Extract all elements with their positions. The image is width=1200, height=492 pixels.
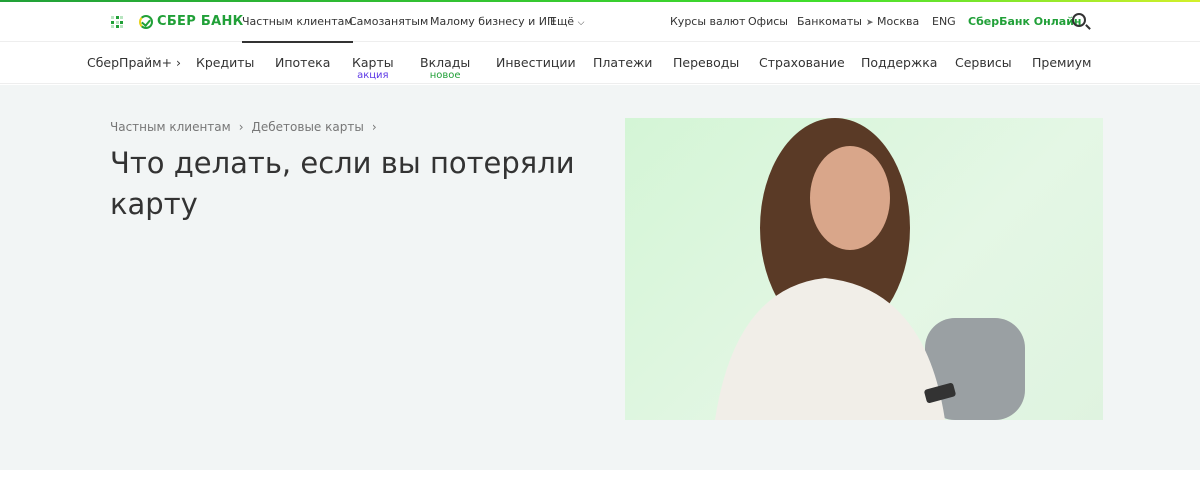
breadcrumb-private[interactable]: Частным клиентам [110, 120, 231, 134]
nav-transfers[interactable]: Переводы [673, 55, 739, 70]
location-arrow-icon: ➤ [866, 18, 874, 28]
language-switch[interactable]: ENG [932, 15, 956, 28]
new-badge: новое [429, 70, 461, 81]
breadcrumb: Частным клиентам › Дебетовые карты › [110, 120, 377, 134]
main-nav: СберПрайм+ › Кредиты Ипотека Карты акция … [0, 42, 1200, 84]
promo-badge: акция [357, 70, 389, 81]
breadcrumb-debit-cards[interactable]: Дебетовые карты [252, 120, 364, 134]
chevron-right-icon: › [371, 120, 377, 134]
hero-section: Частным клиентам › Дебетовые карты › Что д… [0, 85, 1200, 470]
segment-selfemployed[interactable]: Самозанятым [349, 15, 428, 28]
top-bar: СБЕР БАНК Частным клиентам Самозанятым М… [0, 2, 1200, 43]
hero-image-worried-woman-with-phone [625, 118, 1103, 420]
nav-insurance[interactable]: Страхование [759, 55, 845, 70]
segment-business[interactable]: Малому бизнесу и ИП [430, 15, 555, 28]
nav-premium[interactable]: Премиум [1032, 55, 1091, 70]
nav-deposits[interactable]: Вклады новое [420, 55, 470, 81]
nav-services[interactable]: Сервисы [955, 55, 1012, 70]
apps-grid-icon[interactable] [111, 16, 123, 28]
nav-mortgage[interactable]: Ипотека [275, 55, 330, 70]
nav-payments[interactable]: Платежи [593, 55, 652, 70]
sber-logo-icon [139, 14, 153, 29]
city-selector[interactable]: ➤ Москва [866, 15, 919, 28]
link-offices[interactable]: Офисы [748, 15, 788, 28]
nav-cards[interactable]: Карты акция [352, 55, 394, 81]
sber-logo[interactable]: СБЕР БАНК [139, 14, 244, 29]
nav-credits[interactable]: Кредиты [196, 55, 254, 70]
segment-private[interactable]: Частным клиентам [242, 15, 353, 43]
woman-illustration [715, 118, 1025, 420]
chevron-down-icon: ⌵ [577, 18, 585, 28]
link-rates[interactable]: Курсы валют [670, 15, 745, 28]
nav-support[interactable]: Поддержка [861, 55, 937, 70]
nav-sberprime[interactable]: СберПрайм+ › [87, 55, 181, 70]
nav-investments[interactable]: Инвестиции [496, 55, 576, 70]
sberbank-online-link[interactable]: СберБанк Онлайн [968, 15, 1082, 28]
chevron-right-icon: › [238, 120, 244, 134]
link-atms[interactable]: Банкоматы [797, 15, 862, 28]
page-title: Что делать, если вы потеряли карту [110, 146, 575, 221]
segment-more[interactable]: Ещё ⌵ [550, 15, 584, 28]
search-icon[interactable] [1072, 13, 1086, 27]
